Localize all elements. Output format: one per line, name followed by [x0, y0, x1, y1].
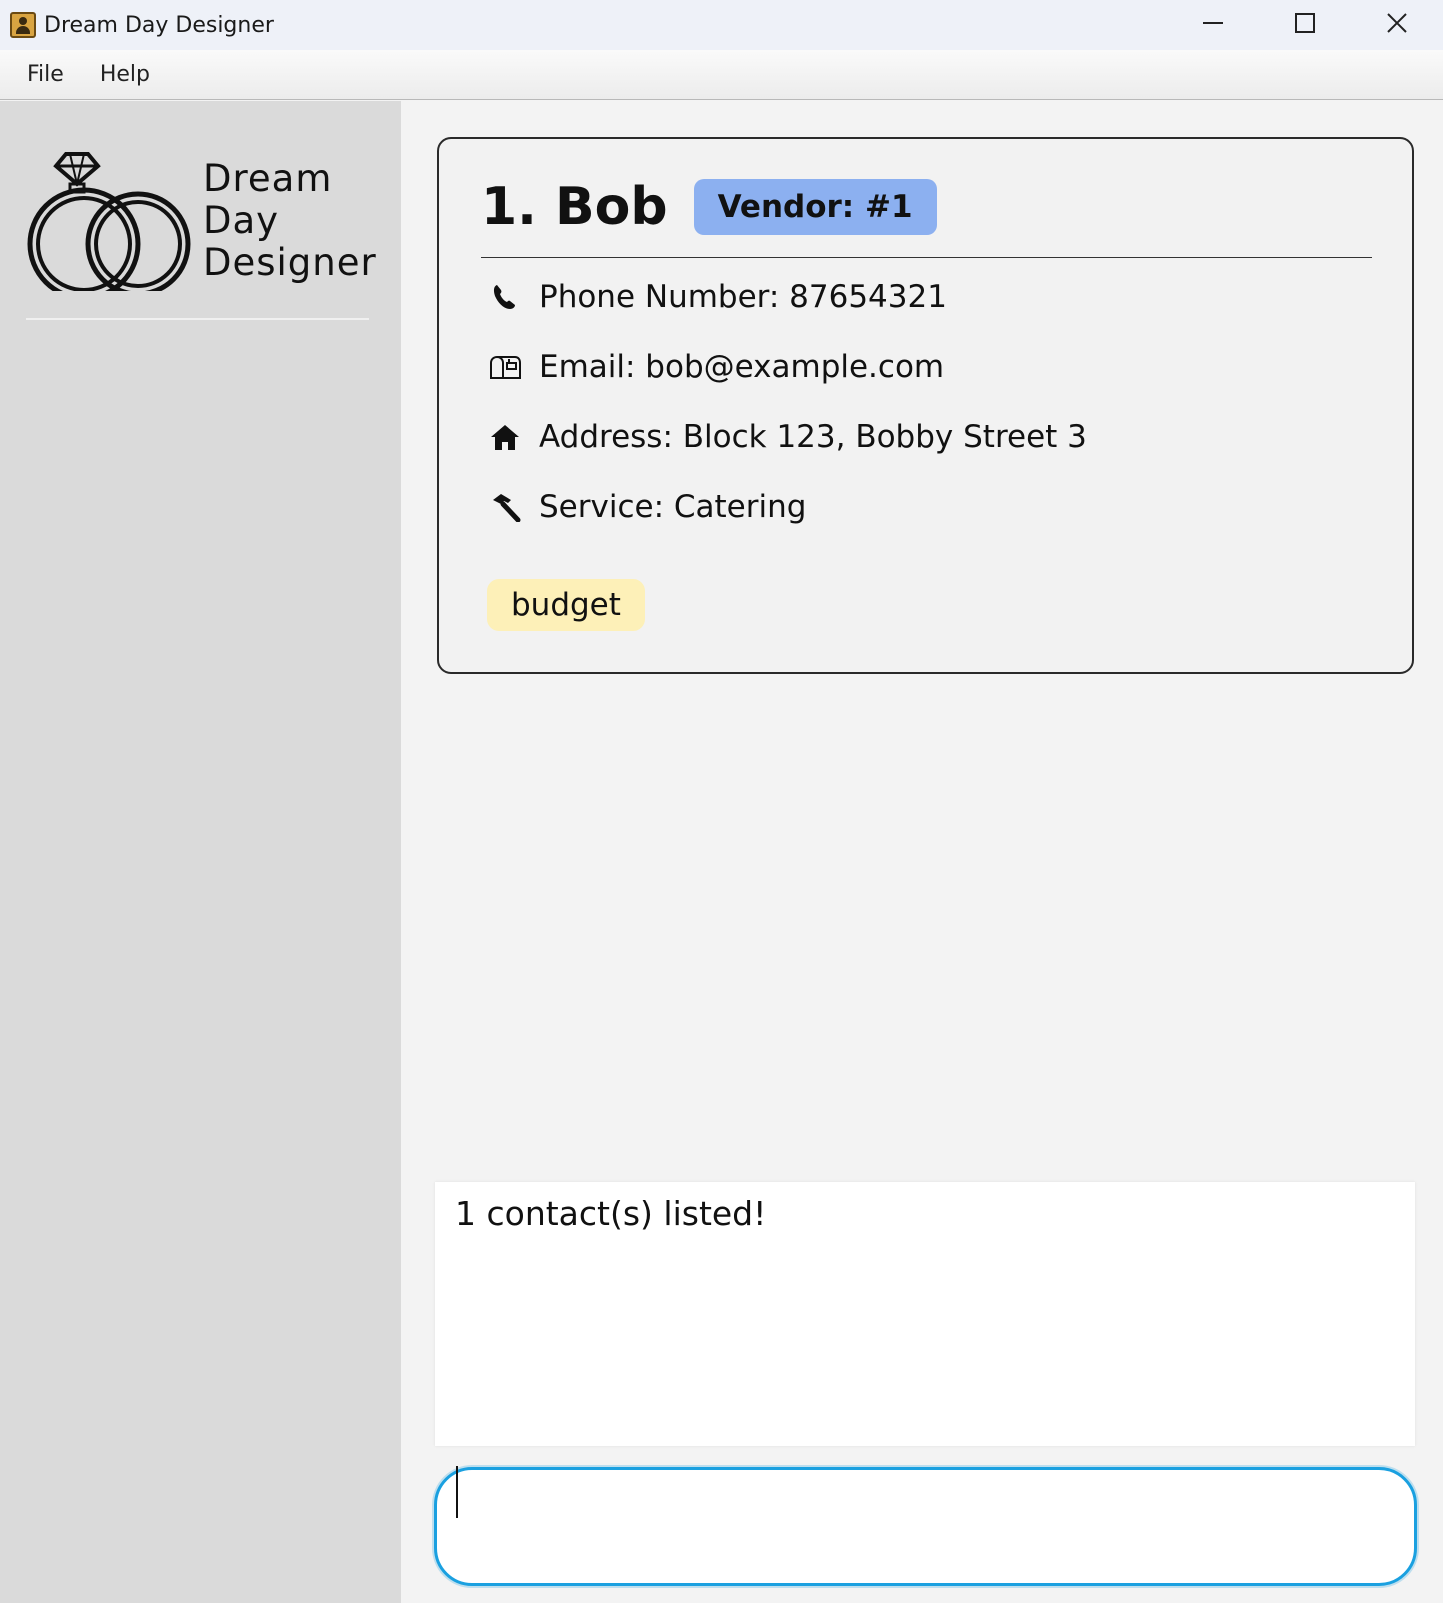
logo-text: Dream Day Designer: [203, 158, 377, 284]
sidebar-divider: [26, 318, 369, 320]
maximize-icon: [1295, 13, 1315, 33]
app-icon: [10, 12, 36, 38]
contact-card[interactable]: 1. Bob Vendor: #1 Phone Number: 87654321…: [437, 137, 1414, 674]
phone-field: Phone Number: 87654321: [487, 279, 947, 315]
sidebar: Dream Day Designer: [0, 101, 401, 1603]
email-address: Email: bob@example.com: [539, 349, 945, 385]
wedding-rings-icon: [27, 152, 191, 301]
phone-icon: [487, 279, 523, 315]
window-controls: [1167, 0, 1443, 50]
close-icon: [1387, 13, 1407, 33]
main-panel: 1. Bob Vendor: #1 Phone Number: 87654321…: [401, 101, 1443, 1603]
menu-bar: File Help: [0, 50, 1443, 100]
result-message: 1 contact(s) listed!: [455, 1194, 767, 1233]
text-caret: [456, 1466, 458, 1518]
maximize-button[interactable]: [1259, 0, 1351, 46]
hammer-icon: [487, 489, 523, 525]
address-field: Address: Block 123, Bobby Street 3: [487, 419, 1087, 455]
logo-line-1: Dream: [203, 157, 333, 200]
title-bar: Dream Day Designer: [0, 0, 1443, 50]
mailbox-icon: [487, 349, 523, 385]
window-title: Dream Day Designer: [44, 12, 274, 38]
app-logo: Dream Day Designer: [26, 146, 376, 301]
menu-help[interactable]: Help: [82, 62, 168, 87]
result-display: 1 contact(s) listed!: [435, 1182, 1415, 1446]
service-field: Service: Catering: [487, 489, 806, 525]
vendor-badge: Vendor: #1: [693, 179, 937, 235]
minimize-button[interactable]: [1167, 0, 1259, 46]
home-icon: [487, 419, 523, 455]
service: Service: Catering: [539, 489, 807, 525]
logo-line-2: Day: [203, 199, 280, 242]
minimize-icon: [1203, 22, 1223, 24]
tag-budget: budget: [487, 579, 645, 631]
email-field: Email: bob@example.com: [487, 349, 944, 385]
contact-name: 1. Bob: [481, 177, 668, 237]
command-input[interactable]: [434, 1467, 1417, 1586]
logo-line-3: Designer: [203, 241, 377, 284]
phone-number: Phone Number: 87654321: [539, 279, 947, 315]
menu-file[interactable]: File: [9, 62, 82, 87]
close-button[interactable]: [1351, 0, 1443, 46]
card-divider: [481, 257, 1372, 258]
card-header: 1. Bob Vendor: #1: [481, 177, 937, 237]
address: Address: Block 123, Bobby Street 3: [539, 419, 1087, 455]
